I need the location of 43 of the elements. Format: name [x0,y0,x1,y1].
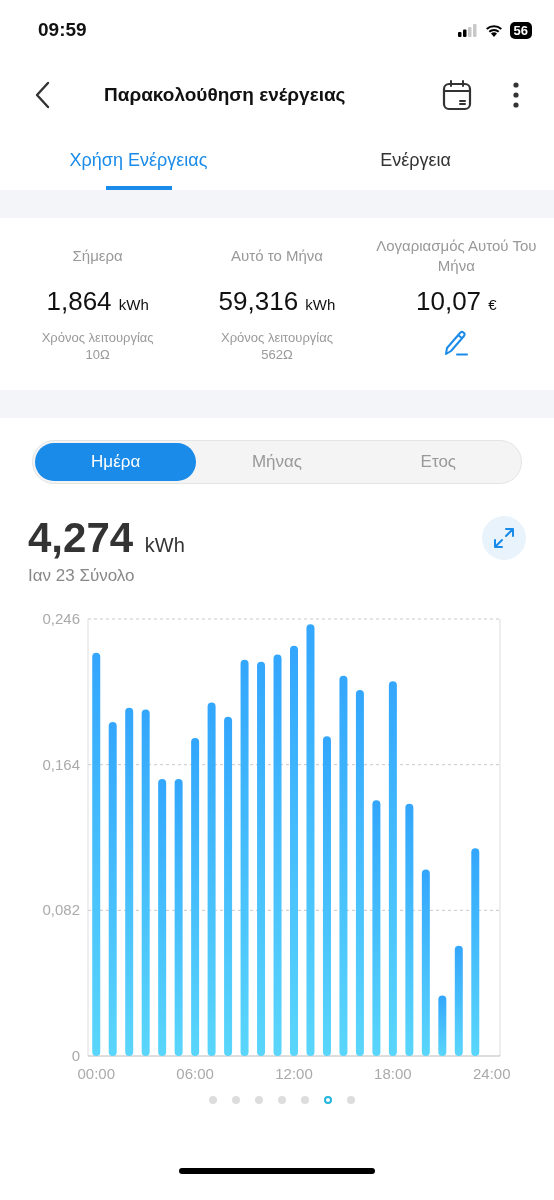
page-title: Παρακολούθηση ενέργειας [104,84,347,106]
expand-icon [493,527,515,549]
tab[interactable]: Ενέργεια [277,130,554,190]
y-tick-label: 0,246 [42,610,80,627]
page-dot[interactable] [232,1096,240,1104]
wifi-icon [484,23,503,37]
x-tick-label: 00:00 [77,1065,115,1082]
runtime-label: Χρόνος λειτουργίας 10Ω [41,329,154,363]
stat-value: 10,07 € [416,286,497,317]
y-tick-label: 0 [71,1047,80,1064]
page-dot[interactable] [324,1096,332,1104]
more-icon[interactable] [512,81,520,109]
page-dot[interactable] [278,1096,286,1104]
period-tab[interactable]: Ημέρα [35,443,197,481]
status-time: 09:59 [38,19,87,41]
period-tab[interactable]: Μήνας [196,443,358,481]
tab[interactable]: Χρήση Ενέργειας [0,130,277,190]
total-value: 4,274 kWh [28,514,185,562]
pencil-icon[interactable] [443,329,470,357]
y-tick-label: 0,082 [42,901,80,919]
stat-label: Λογαριασμός Αυτού Του Μήνα [375,236,538,276]
expand-button[interactable] [482,516,526,560]
x-tick-label: 06:00 [176,1065,214,1082]
x-tick-label: 24:00 [473,1065,511,1082]
x-tick-label: 18:00 [374,1065,412,1082]
period-tab[interactable]: Ετος [357,443,519,481]
page-dot[interactable] [255,1096,263,1104]
bar [438,995,447,1056]
page-dot[interactable] [209,1096,217,1104]
battery-level: 56 [509,21,532,39]
stat-label: Σήμερα [71,246,124,266]
runtime-label: Χρόνος λειτουργίας 562Ω [221,329,333,363]
x-tick-label: 12:00 [275,1065,313,1082]
back-icon[interactable] [34,81,50,109]
page-dot[interactable] [347,1096,355,1104]
stat-label: Αυτό το Μήνα [230,246,324,266]
calendar-icon[interactable] [442,79,472,111]
page-dot[interactable] [301,1096,309,1104]
y-tick-label: 0,164 [42,755,80,773]
stat-value: 59,316 kWh [218,286,336,317]
total-caption: Ιαν 23 Σύνολο [28,566,136,586]
signal-icon [457,23,478,37]
stat-value: 1,864 kWh [46,286,149,317]
